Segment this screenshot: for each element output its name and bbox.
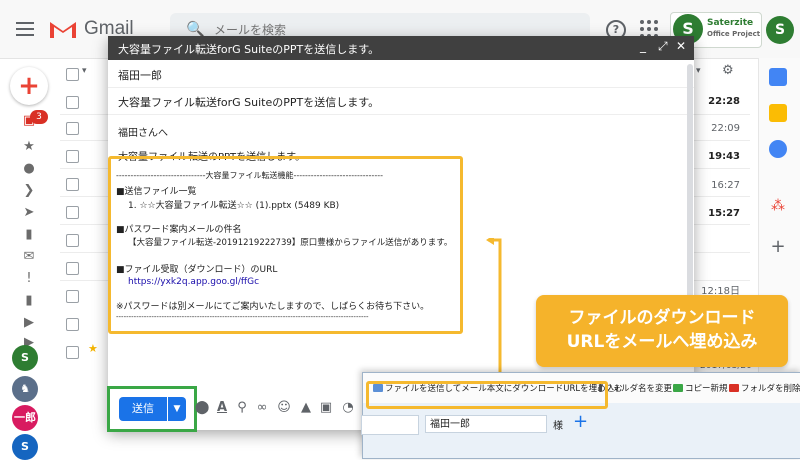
add-recipient-icon[interactable]: +	[573, 411, 588, 432]
row-checkbox[interactable]	[66, 122, 79, 135]
recipient-input[interactable]: 福田一郎	[425, 415, 547, 433]
row-checkbox[interactable]	[66, 262, 79, 275]
copy-icon	[673, 384, 683, 392]
rename-folder-button[interactable]: フォルダ名を変更	[599, 382, 672, 394]
callout-line-1: ファイルのダウンロード	[568, 308, 756, 328]
contact-avatar[interactable]: ♞	[12, 376, 38, 402]
row-time: 15:27	[708, 208, 740, 219]
spam-icon[interactable]: !	[22, 272, 36, 286]
row-checkbox[interactable]	[66, 290, 79, 303]
lock-icon[interactable]: ◔	[340, 400, 356, 416]
delete-folder-button[interactable]: フォルダを削除	[729, 382, 800, 394]
add-addon-icon[interactable]: +	[769, 236, 787, 257]
body-greeting: 福田さんへ	[118, 128, 168, 139]
block-footer: ----------------------------------------…	[116, 313, 369, 321]
download-url-link[interactable]: https://yxk2q.app.goo.gl/ffGc	[128, 277, 259, 287]
format-icon[interactable]: ⬤	[194, 400, 210, 416]
contact-avatar[interactable]: 一郎	[12, 405, 38, 431]
block-header: -------------------------------大容量ファイル転送…	[116, 171, 383, 180]
subject-field[interactable]: 大容量ファイル転送forG SuiteのPPTを送信します。	[108, 87, 694, 115]
text-format-icon[interactable]: A	[214, 400, 230, 416]
trash-icon[interactable]: ▮	[22, 294, 36, 308]
calendar-icon[interactable]	[769, 68, 787, 86]
contact-avatar[interactable]: S	[12, 345, 38, 371]
row-time: 22:28	[708, 96, 740, 107]
contact-avatar[interactable]: S	[12, 434, 38, 460]
download-title: ■ファイル受取（ダウンロード）のURL	[116, 265, 278, 275]
brand-name: Saterzite Office Project	[707, 18, 761, 38]
account-avatar[interactable]: S	[766, 16, 794, 44]
files-title: ■送信ファイル一覧	[116, 187, 197, 197]
minimize-icon[interactable]: _	[640, 39, 646, 53]
emoji-icon[interactable]: ☺	[276, 400, 292, 416]
tasks-icon[interactable]	[769, 140, 787, 158]
expand-icon[interactable]: ⤢	[658, 39, 668, 54]
subject-value[interactable]: 大容量ファイル転送forG SuiteのPPTを送信します。	[118, 94, 379, 110]
main-menu-icon[interactable]	[16, 22, 34, 36]
row-checkbox[interactable]	[66, 234, 79, 247]
row-checkbox[interactable]	[66, 206, 79, 219]
to-field[interactable]: 福田一郎	[108, 60, 694, 88]
drive-icon[interactable]: ▲	[298, 400, 314, 416]
select-dropdown-icon[interactable]: ▾	[82, 66, 87, 76]
row-time: 16:27	[711, 180, 740, 191]
send-button[interactable]: 送信	[119, 397, 167, 421]
callout-line-2: URLをメールへ埋め込み	[566, 332, 758, 352]
inbox-count-badge: 3	[30, 110, 48, 124]
star-icon[interactable]: ★	[88, 342, 98, 355]
callout-connector	[486, 238, 502, 384]
keep-icon[interactable]	[769, 104, 787, 122]
password-note: ※パスワードは別メールにてご案内いたしますので、しばらくお待ち下さい。	[116, 302, 430, 312]
row-checkbox[interactable]	[66, 150, 79, 163]
send-options-icon[interactable]: ▼	[168, 397, 186, 421]
important-icon[interactable]: ❯	[22, 184, 36, 198]
row-checkbox[interactable]	[66, 178, 79, 191]
attach-icon[interactable]: ⚲	[234, 400, 250, 416]
settings-gear-icon[interactable]: ⚙	[722, 63, 734, 78]
drafts-icon[interactable]: ▮	[22, 228, 36, 242]
copy-new-button[interactable]: コピー新規	[673, 382, 728, 394]
page-dropdown-icon[interactable]: ▾	[696, 66, 701, 76]
password-title: ■パスワード案内メールの件名	[116, 225, 242, 235]
select-all-checkbox[interactable]	[66, 68, 79, 81]
row-checkbox[interactable]	[66, 318, 79, 331]
compose-button[interactable]: +	[10, 67, 48, 105]
addon-left-field[interactable]	[361, 415, 419, 435]
compose-title: 大容量ファイル転送forG SuiteのPPTを送信します。	[118, 43, 380, 56]
row-checkbox[interactable]	[66, 96, 79, 109]
honorific-label: 様	[553, 421, 563, 432]
row-time: 19:43	[708, 151, 740, 162]
addon-form: 福田一郎 様 +	[361, 403, 800, 458]
compose-header[interactable]: 大容量ファイル転送forG SuiteのPPTを送信します。 _ ⤢ ✕	[108, 36, 694, 60]
file-item: 1. ☆☆大容量ファイル転送☆☆ (1).pptx (5489 KB)	[128, 201, 340, 211]
embed-url-highlight	[366, 381, 608, 409]
star-icon[interactable]: ★	[22, 140, 36, 154]
row-checkbox[interactable]	[66, 346, 79, 359]
password-subject: 【大容量ファイル転送-20191219222739】原口豊様からファイル送信があ…	[128, 238, 453, 248]
gmail-logo-icon	[50, 22, 76, 38]
to-value[interactable]: 福田一郎	[118, 67, 162, 83]
delete-icon	[729, 384, 739, 392]
close-icon[interactable]: ✕	[676, 39, 686, 53]
feature-callout: ファイルのダウンロード URLをメールへ埋め込み	[536, 295, 788, 367]
link-icon[interactable]: ∞	[254, 400, 270, 416]
row-time: 22:09	[711, 123, 740, 134]
clock-icon[interactable]: ●	[22, 162, 36, 176]
mail-icon[interactable]: ✉	[22, 250, 36, 264]
addon-icon[interactable]: ⁂	[769, 198, 787, 216]
label-icon[interactable]: ▶	[22, 316, 36, 330]
sent-icon[interactable]: ➤	[22, 206, 36, 220]
photo-icon[interactable]: ▣	[318, 400, 334, 416]
